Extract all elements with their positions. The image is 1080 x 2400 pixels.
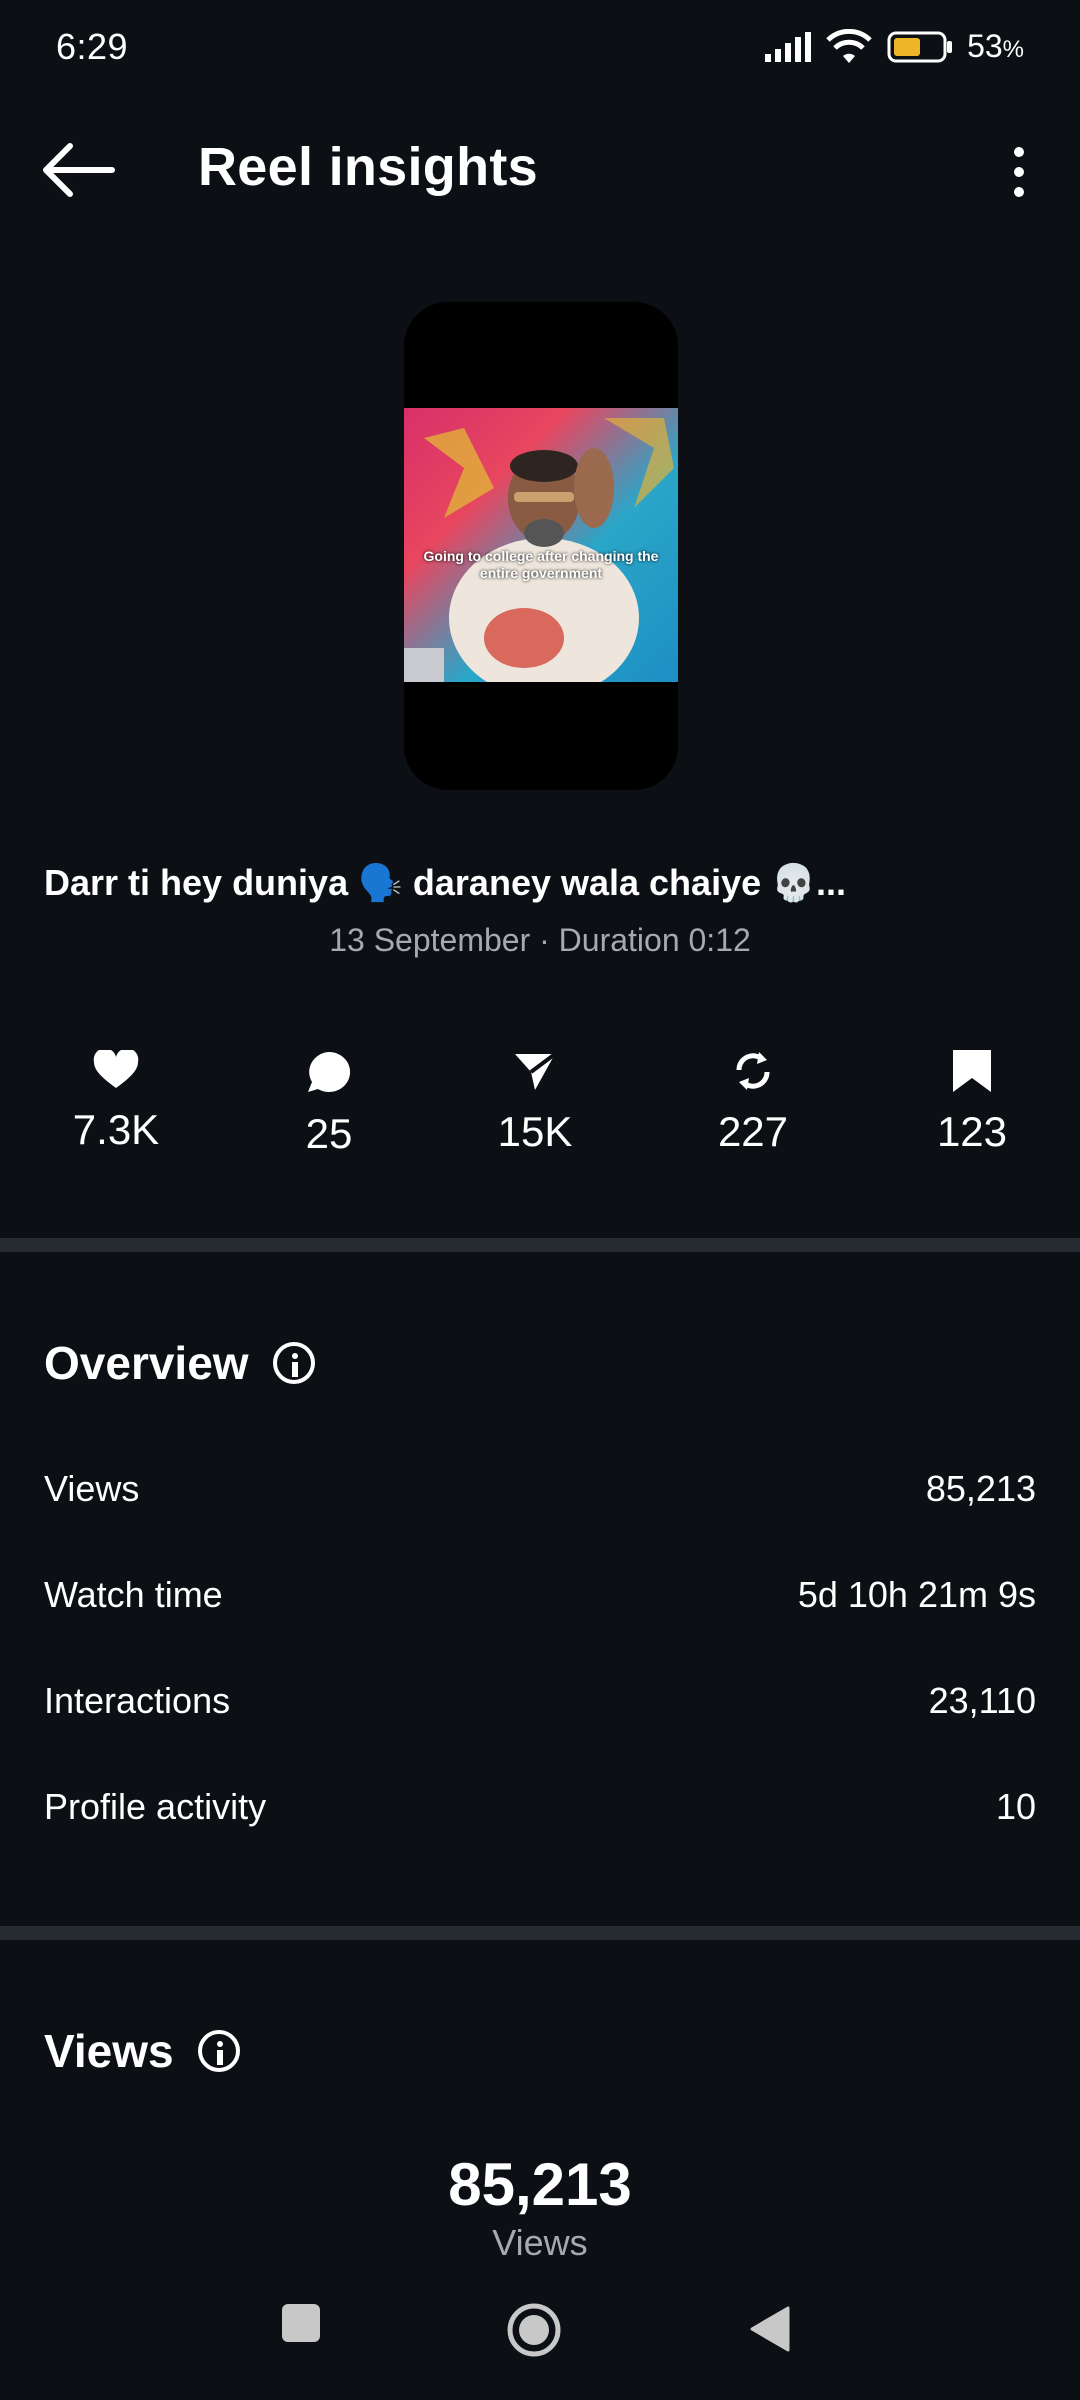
row-value: 10 xyxy=(995,1786,1036,1827)
overview-title-text: Overview xyxy=(44,1337,249,1389)
comment-icon xyxy=(308,1051,351,1092)
bookmark-icon xyxy=(953,1050,991,1092)
reposts-count: 227 xyxy=(717,1108,789,1155)
recents-button-icon[interactable] xyxy=(280,2302,322,2344)
battery-percent: 53% xyxy=(967,28,1024,64)
views-title-text: Views xyxy=(44,2025,174,2077)
wifi-icon xyxy=(826,28,872,63)
battery-icon xyxy=(887,31,953,62)
overview-row-watch-time[interactable]: Watch time 5d 10h 21m 9s xyxy=(44,1574,1036,1616)
shares-stat: 15K xyxy=(455,1050,615,1156)
reel-date-duration: 13 September · Duration 0:12 xyxy=(329,922,751,958)
row-label: Watch time xyxy=(44,1574,223,1615)
reel-thumbnail-image: Going to college after changing the enti… xyxy=(404,408,678,682)
section-divider xyxy=(0,1238,1080,1252)
views-total: 85,213 xyxy=(448,2151,632,2218)
back-button-icon[interactable] xyxy=(748,2306,790,2352)
home-button-icon[interactable] xyxy=(506,2302,562,2358)
row-value: 23,110 xyxy=(928,1680,1036,1721)
info-icon[interactable] xyxy=(197,2030,240,2072)
overview-row-profile-activity[interactable]: Profile activity 10 xyxy=(44,1786,1036,1828)
overview-section-title: Overview xyxy=(44,1336,315,1390)
comments-count: 25 xyxy=(305,1110,353,1157)
reposts-stat: 227 xyxy=(673,1050,833,1156)
row-label: Interactions xyxy=(44,1680,231,1721)
row-label: Profile activity xyxy=(44,1786,267,1827)
share-icon xyxy=(515,1052,557,1090)
comments-stat: 25 xyxy=(249,1050,409,1158)
repost-icon xyxy=(736,1052,770,1090)
reel-caption: Darr ti hey duniya 🗣️ daraney wala chaiy… xyxy=(44,862,846,903)
views-section-title: Views xyxy=(44,2024,240,2078)
overview-row-interactions[interactable]: Interactions 23,110 xyxy=(44,1680,1036,1722)
likes-count: 7.3K xyxy=(72,1106,160,1153)
back-arrow-icon[interactable] xyxy=(40,140,120,200)
overview-row-views[interactable]: Views 85,213 xyxy=(44,1468,1036,1510)
page-title: Reel insights xyxy=(198,137,538,197)
likes-stat: 7.3K xyxy=(36,1050,196,1154)
section-divider xyxy=(0,1926,1080,1940)
heart-icon xyxy=(93,1050,139,1088)
row-label: Views xyxy=(44,1468,140,1509)
row-value: 5d 10h 21m 9s xyxy=(797,1574,1036,1615)
thumbnail-caption: Going to college after changing the enti… xyxy=(423,548,659,581)
more-options-icon[interactable] xyxy=(1004,144,1034,200)
shares-count: 15K xyxy=(497,1108,573,1155)
row-value: 85,213 xyxy=(925,1468,1036,1509)
saves-stat: 123 xyxy=(892,1050,1052,1156)
status-icons: 53% xyxy=(765,28,1024,65)
info-icon[interactable] xyxy=(272,1342,315,1384)
views-total-label: Views xyxy=(492,2222,588,2263)
status-time: 6:29 xyxy=(56,26,129,67)
reel-thumbnail[interactable]: Going to college after changing the enti… xyxy=(404,302,678,790)
saves-count: 123 xyxy=(936,1108,1008,1155)
signal-icon xyxy=(765,31,812,62)
